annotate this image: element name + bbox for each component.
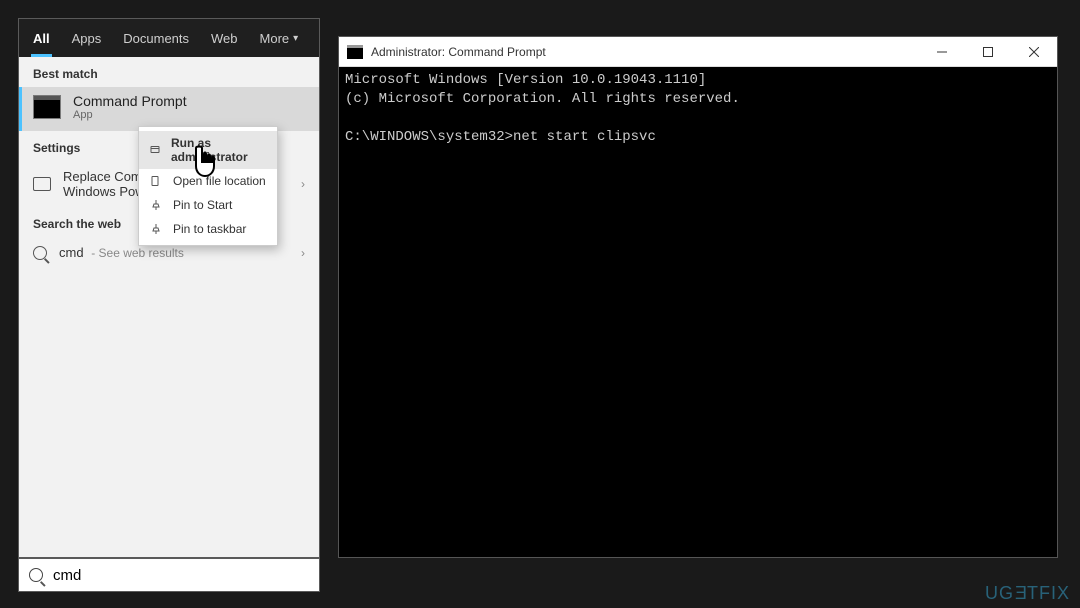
command-prompt-icon <box>33 95 61 119</box>
ctx-run-as-admin-label: Run as administrator <box>171 136 267 164</box>
minimize-button[interactable] <box>919 37 965 66</box>
search-input-container[interactable] <box>18 558 320 592</box>
chevron-right-icon: › <box>301 177 305 191</box>
tab-web[interactable]: Web <box>201 19 248 57</box>
command-prompt-window: Administrator: Command Prompt Microsoft … <box>338 36 1058 558</box>
tab-apps[interactable]: Apps <box>62 19 112 57</box>
minimize-icon <box>937 47 947 57</box>
web-suffix: - See web results <box>91 246 184 260</box>
tab-more-label: More <box>260 31 290 46</box>
search-icon <box>33 246 47 260</box>
ctx-pin-taskbar[interactable]: Pin to taskbar <box>139 217 277 241</box>
ctx-run-as-admin[interactable]: Run as administrator <box>139 131 277 169</box>
search-input[interactable] <box>53 567 309 584</box>
close-icon <box>1029 47 1039 57</box>
folder-icon <box>149 174 163 188</box>
pin-icon <box>149 222 163 236</box>
ctx-pin-start-label: Pin to Start <box>173 198 232 212</box>
chevron-right-icon: › <box>301 246 305 260</box>
start-search-panel: All Apps Documents Web More ▾ Best match… <box>18 18 320 558</box>
ctx-pin-start[interactable]: Pin to Start <box>139 193 277 217</box>
window-title: Administrator: Command Prompt <box>371 45 546 59</box>
pin-icon <box>149 198 163 212</box>
title-bar[interactable]: Administrator: Command Prompt <box>339 37 1057 67</box>
ctx-open-location-label: Open file location <box>173 174 266 188</box>
window-controls <box>919 37 1057 66</box>
best-match-header: Best match <box>19 57 319 87</box>
best-match-subtitle: App <box>73 109 187 121</box>
search-tabs: All Apps Documents Web More ▾ <box>19 19 319 57</box>
context-menu: Run as administrator Open file location … <box>138 126 278 246</box>
chevron-down-icon: ▾ <box>293 33 298 44</box>
web-query: cmd <box>59 245 84 260</box>
terminal-line2: (c) Microsoft Corporation. All rights re… <box>345 91 740 107</box>
shield-icon <box>149 143 161 157</box>
ctx-open-location[interactable]: Open file location <box>139 169 277 193</box>
tab-more[interactable]: More ▾ <box>250 19 309 57</box>
terminal-line1: Microsoft Windows [Version 10.0.19043.11… <box>345 72 706 88</box>
best-match-title: Command Prompt <box>73 93 187 109</box>
monitor-icon <box>33 177 51 191</box>
tab-all[interactable]: All <box>23 19 60 57</box>
watermark: UGETFIX <box>985 583 1070 604</box>
best-match-item[interactable]: Command Prompt App <box>19 87 319 131</box>
tab-documents[interactable]: Documents <box>113 19 199 57</box>
terminal-body[interactable]: Microsoft Windows [Version 10.0.19043.11… <box>339 67 1057 557</box>
close-button[interactable] <box>1011 37 1057 66</box>
web-result-text: cmd - See web results <box>59 245 184 260</box>
maximize-icon <box>983 47 993 57</box>
ctx-pin-taskbar-label: Pin to taskbar <box>173 222 246 236</box>
maximize-button[interactable] <box>965 37 1011 66</box>
best-match-text: Command Prompt App <box>73 93 187 121</box>
command-prompt-icon <box>347 45 363 59</box>
terminal-command: net start clipsvc <box>513 129 656 145</box>
terminal-prompt: C:\WINDOWS\system32> <box>345 129 513 145</box>
search-icon <box>29 568 43 582</box>
